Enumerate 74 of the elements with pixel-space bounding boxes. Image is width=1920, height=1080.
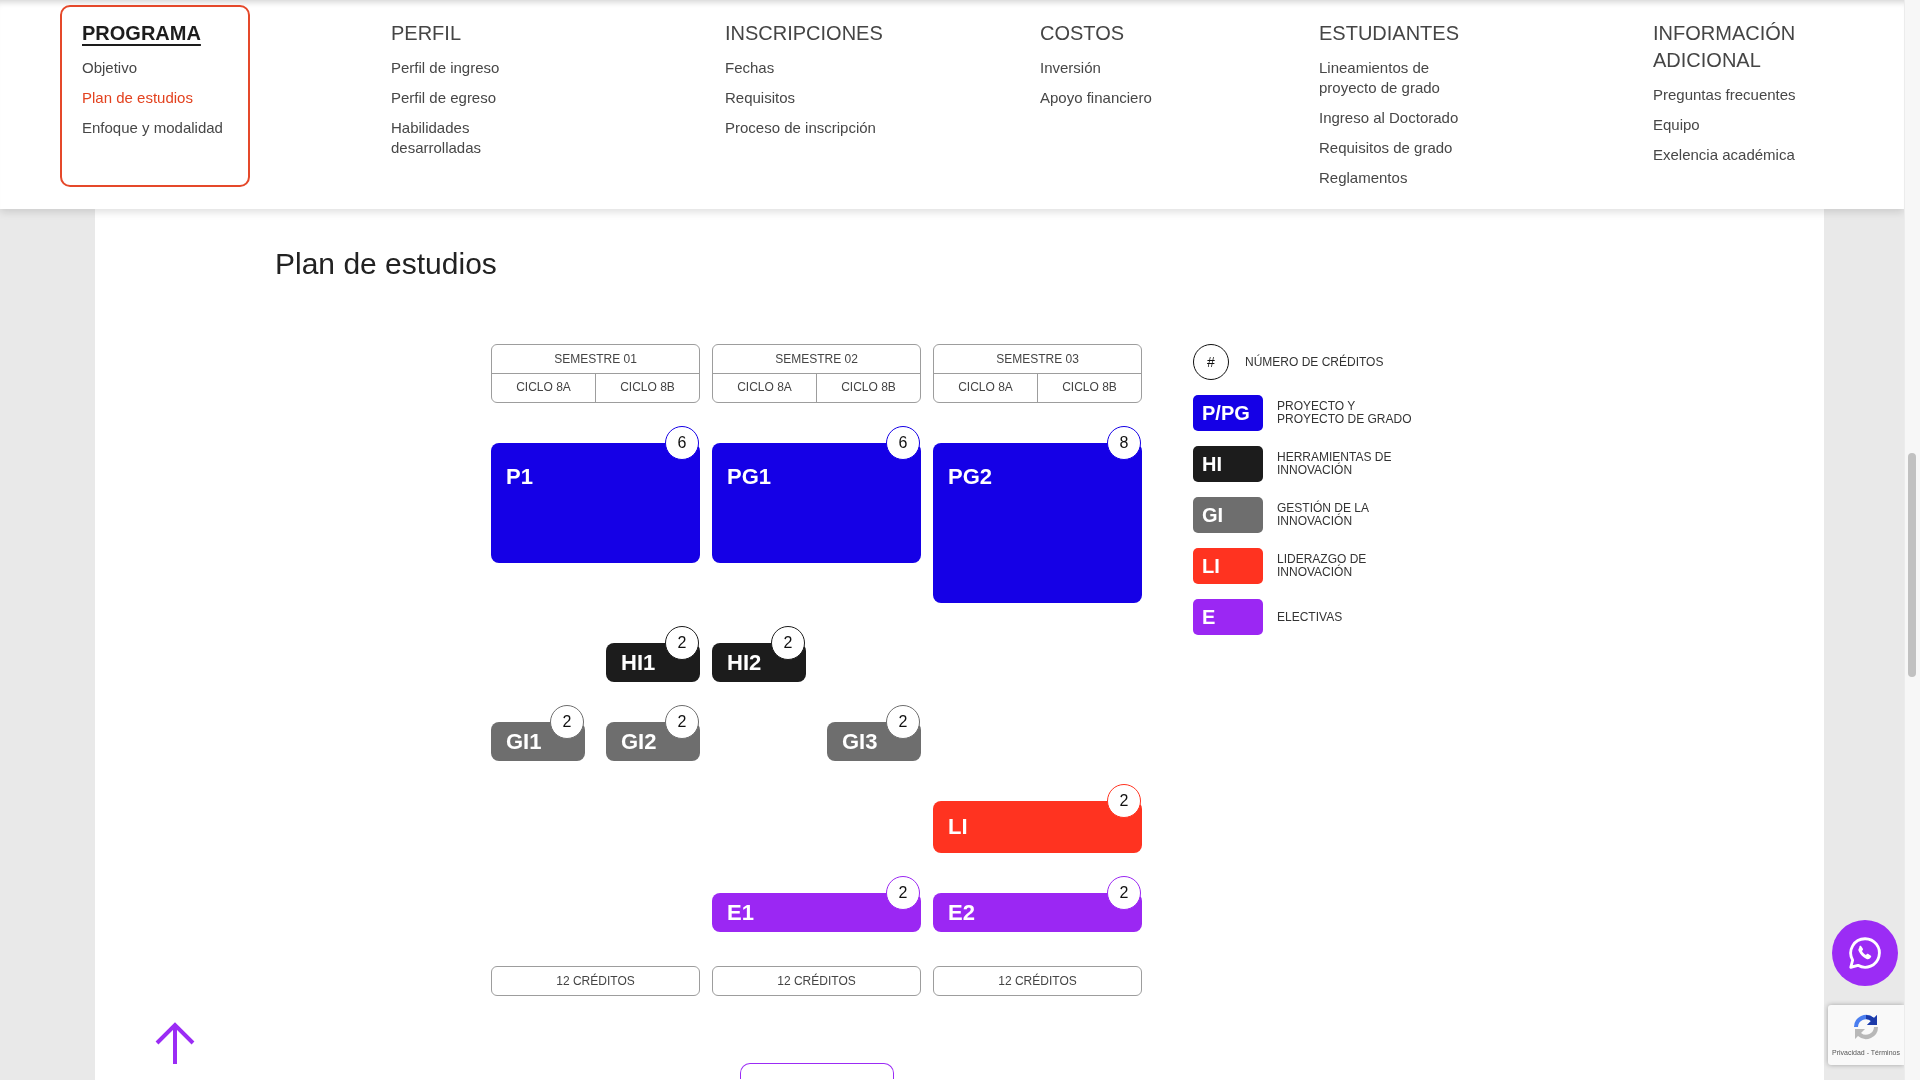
legend-swatch: GI xyxy=(1193,497,1263,533)
course-code: HI1 xyxy=(621,649,656,676)
credit-badge: 2 xyxy=(886,876,920,910)
page-title: Plan de estudios xyxy=(275,246,497,282)
menu-link[interactable]: Equipo xyxy=(1653,115,1700,135)
menu-link[interactable]: Fechas xyxy=(725,58,775,78)
menu-link[interactable]: Exelencia académica xyxy=(1653,145,1795,165)
menu-heading[interactable]: PERFIL xyxy=(391,20,462,47)
legend-swatch: P/PG xyxy=(1193,395,1263,431)
legend-label: NÚMERO DE CRÉDITOS xyxy=(1245,355,1384,369)
menu-link[interactable]: Requisitos de grado xyxy=(1319,138,1453,158)
scrollbar-track[interactable] xyxy=(1904,0,1920,1080)
menu-link[interactable]: Perfil de ingreso xyxy=(391,58,500,78)
semester-title: SEMESTRE 03 xyxy=(934,345,1141,374)
credit-badge: 2 xyxy=(886,705,920,739)
legend-swatch: LI xyxy=(1193,548,1263,584)
menu-heading[interactable]: INFORMACIÓN ADICIONAL xyxy=(1653,20,1853,74)
semester-title: SEMESTRE 02 xyxy=(713,345,920,374)
menu-link[interactable]: Apoyo financiero xyxy=(1040,88,1152,108)
course-code: LI xyxy=(948,814,968,840)
cycle-label: CICLO 8B xyxy=(816,374,920,402)
menu-link[interactable]: Requisitos xyxy=(725,88,796,108)
legend-label: GESTIÓN DE LA INNOVACIÓN xyxy=(1277,502,1370,528)
menu-heading[interactable]: PROGRAMA xyxy=(82,20,201,47)
legend-label: ELECTIVAS xyxy=(1277,610,1343,624)
menu-link[interactable]: Ingreso al Doctorado xyxy=(1319,108,1459,128)
menu-heading[interactable]: COSTOS xyxy=(1040,20,1125,47)
credit-total: 12 CRÉDITOS xyxy=(712,966,921,996)
cycle-label: CICLO 8A xyxy=(736,379,793,396)
menu-link[interactable]: Habilidades desarrolladas xyxy=(391,118,551,158)
legend-swatch: E xyxy=(1193,599,1263,635)
menu-link[interactable]: Inversión xyxy=(1040,58,1101,78)
cycle-label: CICLO 8B xyxy=(1037,374,1141,402)
course-code: PG1 xyxy=(727,464,772,490)
legend-label: LIDERAZGO DE INNOVACIÓN xyxy=(1277,553,1368,579)
legend-swatch: HI xyxy=(1193,446,1263,482)
course-code: GI2 xyxy=(621,728,657,755)
course-code: E1 xyxy=(727,899,754,926)
menu-link[interactable]: Reglamentos xyxy=(1319,168,1408,188)
credit-badge: 6 xyxy=(886,426,920,460)
cycle-label: CICLO 8B xyxy=(595,374,699,402)
menu-link[interactable]: Lineamientos de proyecto de grado xyxy=(1319,58,1479,98)
outline-button[interactable] xyxy=(739,1063,894,1079)
credit-total: 12 CRÉDITOS xyxy=(933,966,1142,996)
scrollbar-thumb[interactable] xyxy=(1908,453,1916,677)
credit-badge: 2 xyxy=(665,626,699,660)
menu-link[interactable]: Proceso de inscripción xyxy=(725,118,876,138)
course-code: HI2 xyxy=(727,649,762,676)
chat-bubble-phone-icon xyxy=(1846,934,1884,972)
credit-badge: 8 xyxy=(1107,426,1141,460)
legend-label: HERRAMIENTAS DE INNOVACIÓN xyxy=(1277,451,1393,477)
cycle-label: CICLO 8A xyxy=(515,379,572,396)
menu-link[interactable]: Objetivo xyxy=(82,58,138,78)
credit-badge: 2 xyxy=(550,705,584,739)
menu-link[interactable]: Perfil de egreso xyxy=(391,88,497,108)
credit-badge: 2 xyxy=(1107,876,1141,910)
semester-title: SEMESTRE 01 xyxy=(492,345,699,374)
menu-link[interactable]: Enfoque y modalidad xyxy=(82,118,223,138)
menu-heading[interactable]: ESTUDIANTES xyxy=(1319,20,1460,47)
menu-link[interactable]: Plan de estudios xyxy=(82,88,193,108)
menu-link[interactable]: Preguntas frecuentes xyxy=(1653,85,1796,105)
credit-badge: 2 xyxy=(771,626,805,660)
course-code: E2 xyxy=(948,899,975,926)
credit-badge: 2 xyxy=(665,705,699,739)
credit-badge: 2 xyxy=(1107,784,1141,818)
menu-heading[interactable]: INSCRIPCIONES xyxy=(725,20,883,47)
course-code: PG2 xyxy=(948,464,993,490)
course-code: P1 xyxy=(506,464,533,490)
course-code: GI3 xyxy=(842,728,878,755)
cycle-label: CICLO 8A xyxy=(957,379,1014,396)
credit-badge: 6 xyxy=(665,426,699,460)
credit-total: 12 CRÉDITOS xyxy=(491,966,700,996)
legend-label: PROYECTO Y PROYECTO DE GRADO xyxy=(1277,400,1413,426)
course-code: GI1 xyxy=(506,728,542,755)
